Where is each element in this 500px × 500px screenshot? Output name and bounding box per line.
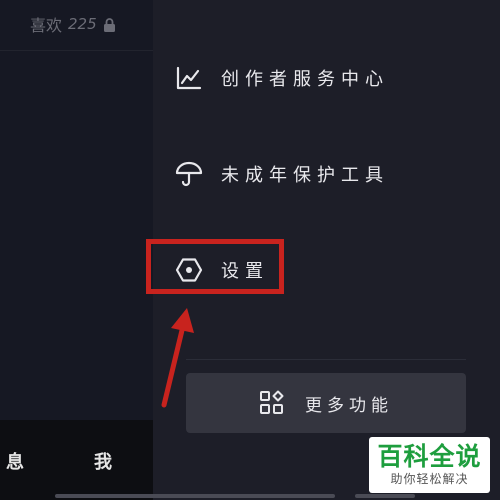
annotation-arrow [161,308,194,408]
likes-count: 225 [68,15,97,33]
menu-item-label: 未成年保护工具 [221,165,389,186]
grid-apps-icon [259,390,285,416]
divider [0,50,153,51]
chart-line-icon [175,64,203,92]
menu-item-creator-center[interactable]: 创作者服务中心 [175,58,389,98]
profile-page-background: 喜欢 225 息 我 [0,0,153,500]
bottom-navigation-bar: 息 我 [0,420,153,500]
more-features-button[interactable]: 更多功能 [186,373,466,433]
watermark-title: 百科全说 [377,442,482,471]
screen: 喜欢 225 息 我 创作者服务中心 未成年保护工具 设置 更多功能 百科全说 … [0,0,500,500]
more-features-label: 更多功能 [305,395,393,416]
watermark-logo: 百科全说 助你轻松解决 [369,437,490,493]
likes-tab-label: 喜欢 [30,16,63,35]
home-indicator-segment [355,494,415,498]
nav-messages[interactable]: 息 [6,448,24,474]
nav-me[interactable]: 我 [94,448,112,474]
divider [186,359,466,360]
lock-icon [103,17,116,32]
annotation-highlight-box [146,239,284,294]
home-indicator [55,494,335,498]
watermark-subtitle: 助你轻松解决 [390,472,469,486]
menu-item-label: 创作者服务中心 [221,69,389,90]
likes-tab[interactable]: 喜欢 225 [30,10,116,38]
menu-item-minor-protection[interactable]: 未成年保护工具 [175,154,389,194]
umbrella-icon [175,160,203,188]
